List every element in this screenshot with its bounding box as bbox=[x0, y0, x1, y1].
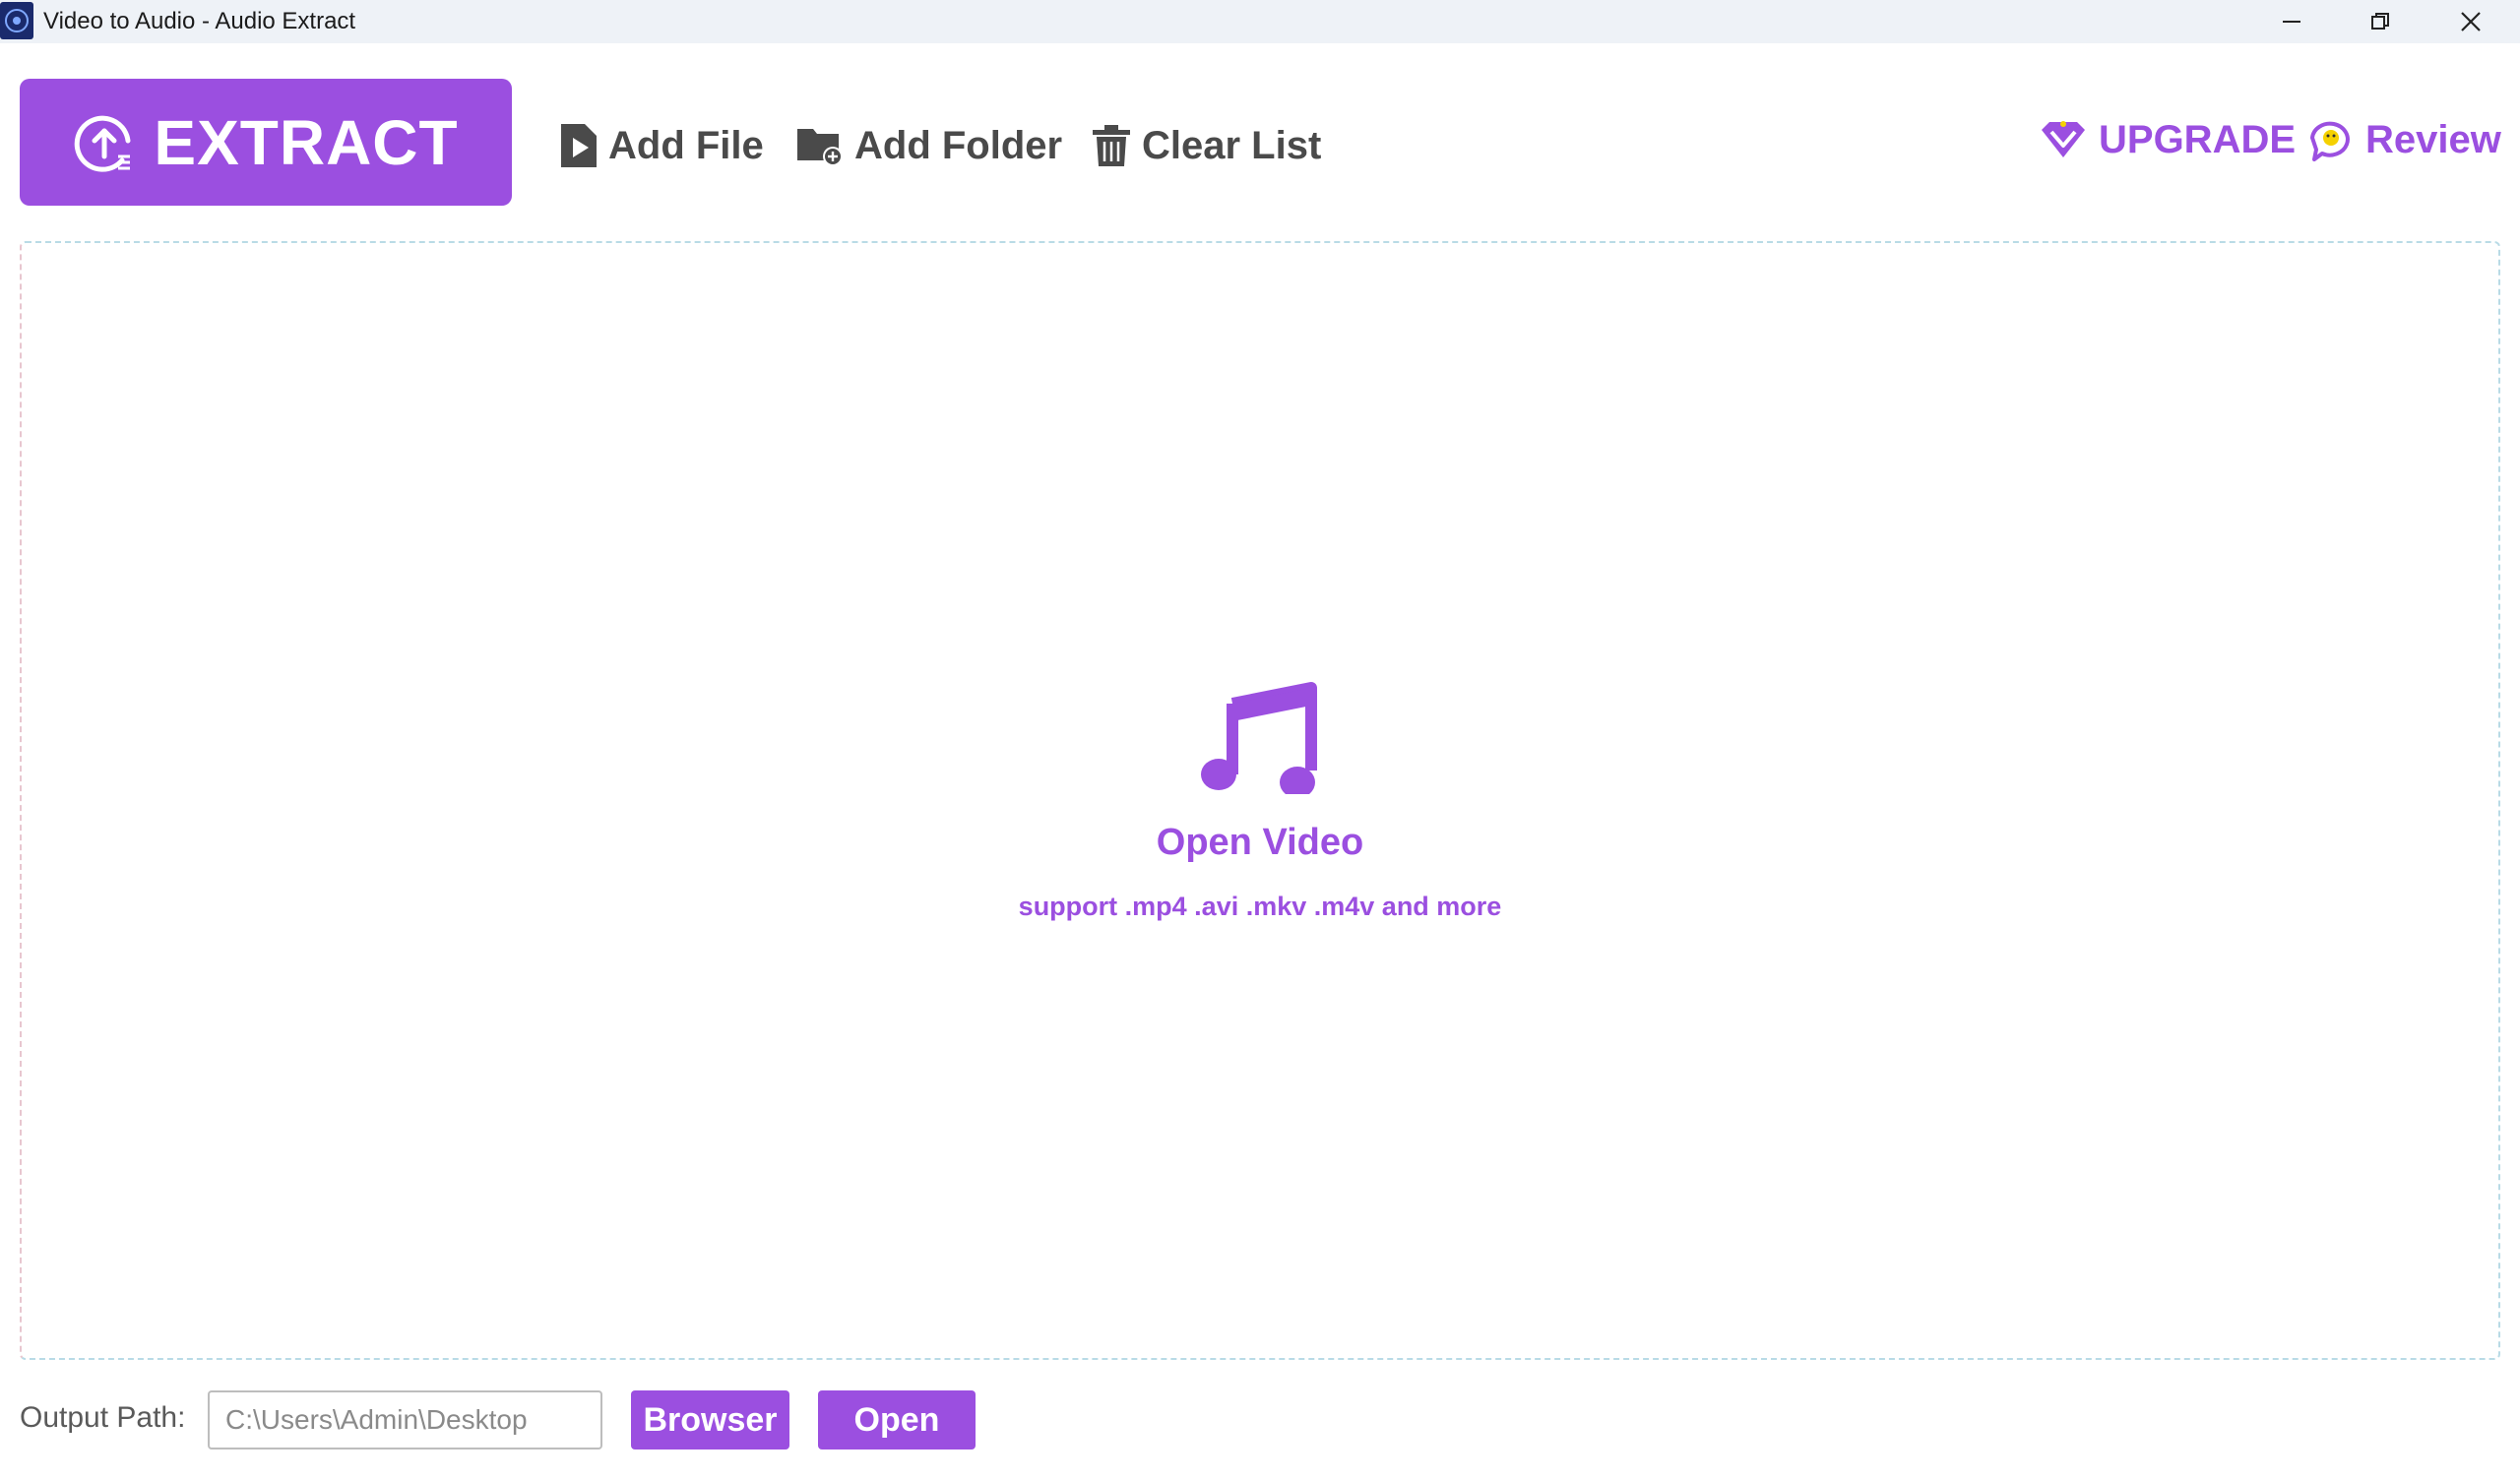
open-video-title[interactable]: Open Video bbox=[1157, 822, 1363, 864]
window-title: Video to Audio - Audio Extract bbox=[43, 8, 356, 34]
app-logo-icon bbox=[0, 2, 33, 39]
output-path-input[interactable] bbox=[208, 1390, 602, 1449]
add-folder-button[interactable]: Add Folder bbox=[795, 116, 1062, 175]
browser-button[interactable]: Browser bbox=[631, 1390, 789, 1449]
review-label: Review bbox=[2365, 117, 2501, 161]
add-folder-label: Add Folder bbox=[854, 123, 1063, 167]
extract-button[interactable]: EXTRACT bbox=[20, 79, 512, 206]
restore-button[interactable] bbox=[2335, 0, 2426, 43]
video-file-icon bbox=[561, 124, 597, 167]
upload-circle-icon bbox=[75, 115, 131, 172]
add-file-label: Add File bbox=[608, 123, 764, 167]
open-button[interactable]: Open bbox=[818, 1390, 976, 1449]
extract-label: EXTRACT bbox=[154, 106, 459, 178]
clear-list-label: Clear List bbox=[1142, 123, 1322, 167]
minimize-button[interactable] bbox=[2246, 0, 2337, 43]
close-button[interactable] bbox=[2426, 0, 2516, 43]
close-icon bbox=[2461, 12, 2481, 31]
minimize-icon bbox=[2283, 21, 2300, 23]
supported-formats-text: support .mp4 .avi .mkv .m4v and more bbox=[1018, 892, 1502, 921]
upgrade-button[interactable]: UPGRADE bbox=[2040, 110, 2296, 169]
output-path-label: Output Path: bbox=[20, 1401, 186, 1434]
add-folder-icon bbox=[797, 129, 843, 166]
clear-list-button[interactable]: Clear List bbox=[1091, 116, 1321, 175]
trash-icon bbox=[1093, 125, 1130, 166]
upgrade-label: UPGRADE bbox=[2099, 117, 2297, 161]
restore-icon bbox=[2371, 13, 2389, 30]
music-note-icon bbox=[1201, 682, 1317, 794]
diamond-icon bbox=[2042, 121, 2085, 157]
open-video-prompt[interactable]: Open Video support .mp4 .avi .mkv .m4v a… bbox=[22, 676, 2498, 922]
add-file-button[interactable]: Add File bbox=[559, 116, 764, 175]
review-button[interactable]: Review bbox=[2308, 110, 2501, 169]
file-drop-zone[interactable]: Open Video support .mp4 .avi .mkv .m4v a… bbox=[20, 241, 2500, 1360]
title-bar: Video to Audio - Audio Extract bbox=[0, 0, 2520, 43]
review-chat-icon bbox=[2310, 121, 2350, 161]
